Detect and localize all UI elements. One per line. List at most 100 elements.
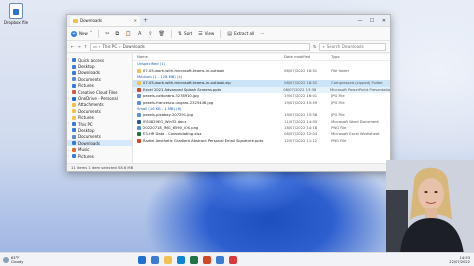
taskbar-app-icon[interactable] (138, 255, 146, 264)
taskbar-app-icon[interactable] (203, 255, 211, 264)
forward-icon[interactable]: → (77, 44, 80, 49)
file-date: 06/07/2022 12:04 (284, 132, 318, 137)
nav-item-label: Documents (78, 108, 101, 114)
sort-button[interactable]: ⇅ Sort (178, 31, 192, 37)
nav-item-label: Pictures (78, 153, 94, 159)
new-label: New (79, 31, 88, 36)
address-row: ← → ↑ ▭ › This PC › Downloads ↻ ⌕ Search… (67, 41, 390, 53)
taskbar: 63°F Cloudy 14:53 22/07/2022 (0, 252, 474, 266)
nav-item-label: Downloads (78, 70, 100, 76)
breadcrumb-this-pc[interactable]: This PC (102, 44, 117, 49)
music-icon (72, 147, 76, 152)
delete-icon[interactable]: 🗑 (158, 31, 164, 37)
expand-chevron-icon[interactable]: › (67, 90, 70, 94)
nav-item[interactable]: › Pictures (67, 153, 132, 159)
address-bar[interactable]: ▭ › This PC › Downloads (90, 42, 311, 51)
expand-chevron-icon[interactable]: ˅ (67, 122, 70, 126)
taskbar-app-icon[interactable] (216, 255, 224, 264)
copy-icon[interactable]: ⧉ (115, 31, 119, 37)
search-placeholder: Search Downloads (326, 44, 364, 49)
maximize-button[interactable]: ☐ (366, 15, 378, 27)
sort-icon: ⇅ (177, 30, 183, 37)
up-icon[interactable]: ↑ (84, 44, 87, 49)
presenter-webcam (386, 160, 474, 254)
chevron-down-icon: ˅ (89, 30, 93, 37)
file-name: Radiel Aesthetic Gradient Abstract Perso… (143, 138, 264, 143)
file-type-icon (137, 68, 141, 73)
file-type: Microsoft PowerPoint Presentation (330, 87, 390, 92)
file-name-cell: E3-HR Data - Consolidating.xlsx (137, 132, 284, 137)
more-options-button[interactable]: ··· (260, 31, 264, 36)
file-type-icon (137, 119, 141, 124)
file-date: 18/07/2022 14:18 (284, 126, 318, 131)
taskbar-app-icon[interactable] (164, 255, 172, 264)
cut-icon[interactable]: ✂ (105, 31, 109, 37)
desktop-shortcut[interactable]: Dropbox file (3, 3, 29, 25)
column-name[interactable]: Name (137, 55, 284, 59)
weather-widget[interactable]: 63°F Cloudy (0, 256, 60, 264)
file-name: Excel 2021 Advanced Splash Screens.pptx (143, 87, 222, 92)
expand-chevron-icon[interactable]: ˅ (67, 58, 70, 62)
file-type: Compressed (zipped) Folder (331, 81, 383, 86)
view-button[interactable]: ☰ View (198, 31, 214, 37)
taskbar-app-icon[interactable] (177, 255, 185, 264)
minimize-button[interactable]: — (354, 15, 366, 27)
file-date: 19/07/2022 16:01 (284, 94, 318, 99)
file-date: 06/07/2022 18:51 (284, 68, 318, 73)
file-type: Microsoft Word Document (331, 119, 379, 124)
expand-chevron-icon[interactable]: › (67, 154, 70, 158)
column-date-modified[interactable]: Date modified (284, 55, 331, 59)
file-name: pexels-cottonbro-3278910.jpg (143, 94, 199, 99)
expand-chevron-icon[interactable]: ˅ (67, 97, 70, 101)
taskbar-app-icon[interactable] (151, 255, 159, 264)
weather-description: Cloudy (11, 259, 24, 264)
file-name-cell: pexels-cottonbro-3278910.jpg (137, 94, 284, 99)
rename-icon[interactable]: Ａ (137, 30, 142, 37)
status-bar: 11 items 1 item selected 58.6 MB (67, 163, 390, 171)
tab-downloads[interactable]: Downloads ✕ (70, 15, 140, 26)
breadcrumb-downloads[interactable]: Downloads (123, 44, 145, 49)
close-window-button[interactable]: ✕ (378, 15, 390, 27)
search-icon: ⌕ (322, 44, 325, 49)
nav-item-label: Pictures (78, 83, 94, 89)
expand-chevron-icon[interactable]: › (67, 148, 70, 152)
file-name-cell: IFS0829EG_Win32.docx (137, 119, 284, 124)
share-icon[interactable]: ⇪ (148, 31, 152, 37)
file-name: pexels-francesco-ungaro-2325446.jpg (143, 100, 214, 105)
file-type-icon (137, 138, 141, 143)
extract-all-button[interactable]: ▤ Extract all (227, 31, 254, 37)
presenter-image (386, 160, 474, 254)
command-bar: + New ˅ ✂ ⧉ 📋 Ａ ⇪ 🗑 ⇅ Sort ☰ View ▤ Extr… (67, 27, 390, 41)
separator (98, 29, 100, 38)
file-type: Microsoft Excel Worksheet (331, 132, 380, 137)
system-clock[interactable]: 14:53 22/07/2022 (449, 256, 474, 264)
close-tab-icon[interactable]: ✕ (134, 18, 137, 23)
new-button[interactable]: + New ˅ (71, 30, 93, 37)
file-type: JPG File (331, 113, 345, 118)
file-row[interactable]: Radiel Aesthetic Gradient Abstract Perso… (133, 138, 390, 144)
nav-item-label: Desktop (78, 127, 95, 133)
nav-item-label: Pictures (78, 115, 94, 121)
file-name-cell: 07-05-work-with-microsoft-teams-in-outlo… (137, 68, 284, 73)
file-date: 06/07/2022 13:36 (283, 87, 317, 92)
taskbar-app-icon[interactable] (229, 255, 237, 264)
column-type[interactable]: Type (331, 55, 390, 59)
new-tab-button[interactable]: + (143, 17, 148, 24)
search-input[interactable]: ⌕ Search Downloads (319, 42, 386, 51)
picture-icon (72, 83, 76, 88)
folder-icon (73, 18, 78, 23)
separator (170, 29, 172, 38)
file-date: 11/07/2022 14:05 (284, 119, 318, 124)
view-icon: ☰ (198, 30, 203, 37)
star-icon (72, 58, 76, 63)
file-name: IFS0829EG_Win32.docx (143, 119, 187, 124)
refresh-icon[interactable]: ↻ (313, 44, 316, 49)
plus-icon: + (71, 30, 77, 37)
navigation-pane: ˅ Quick access Desktop Downloads Documents Pi… (67, 54, 133, 163)
folder-icon (72, 102, 76, 107)
file-type-icon (137, 100, 141, 105)
paste-icon[interactable]: 📋 (125, 31, 131, 37)
taskbar-app-icon[interactable] (190, 255, 198, 264)
file-name: 07-05-work-with-microsoft-teams-in-outlo… (143, 68, 225, 73)
back-icon[interactable]: ← (71, 44, 74, 49)
